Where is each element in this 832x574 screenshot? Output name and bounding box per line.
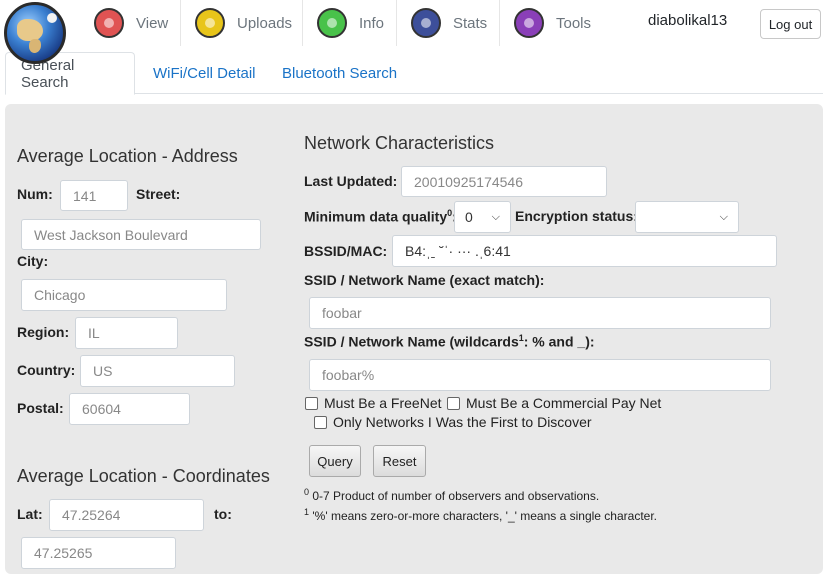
- nav-item-uploads[interactable]: Uploads: [181, 0, 303, 46]
- username: diabolikal13: [648, 12, 728, 29]
- network-heading: Network Characteristics: [304, 133, 495, 153]
- search-tabs: General Search WiFi/Cell Detail Bluetoot…: [5, 52, 823, 95]
- coordinates-heading: Average Location - Coordinates: [17, 466, 270, 486]
- num-input[interactable]: 141: [60, 180, 128, 211]
- globe-logo-icon[interactable]: [4, 2, 66, 64]
- lat-to-label: to:: [214, 506, 232, 522]
- top-navigation: View Uploads Info Stats Tools diabolikal…: [0, 0, 832, 64]
- postal-label: Postal:: [17, 400, 64, 416]
- paynet-checkbox[interactable]: Must Be a Commercial Pay Net: [447, 395, 661, 411]
- country-input[interactable]: US: [80, 355, 235, 387]
- ssid-wildcard-label: SSID / Network Name (wildcards1: % and _…: [304, 333, 595, 350]
- tools-icon: [514, 8, 544, 38]
- stats-icon: [411, 8, 441, 38]
- chevron-down-icon: ⌵: [719, 210, 728, 223]
- reset-button[interactable]: Reset: [373, 445, 426, 477]
- freenet-label: Must Be a FreeNet: [324, 395, 442, 411]
- freenet-checkbox[interactable]: Must Be a FreeNet: [305, 395, 442, 411]
- last-updated-label: Last Updated:: [304, 173, 398, 189]
- footnote-quality: 0 0-7 Product of number of observers and…: [304, 487, 600, 503]
- uploads-icon: [195, 8, 225, 38]
- logout-button[interactable]: Log out: [760, 9, 821, 39]
- nav-item-label: View: [136, 14, 169, 32]
- info-icon: [317, 8, 347, 38]
- min-quality-value: 0: [465, 209, 473, 225]
- encryption-select[interactable]: ⌵: [635, 201, 739, 233]
- tab-wifi-cell-detail[interactable]: WiFi/Cell Detail: [138, 52, 271, 94]
- nav-item-tools[interactable]: Tools: [500, 0, 605, 46]
- min-quality-select[interactable]: 0 ⌵: [454, 201, 511, 233]
- paynet-label: Must Be a Commercial Pay Net: [466, 395, 662, 411]
- nav-item-view[interactable]: View: [80, 0, 181, 46]
- nav-item-label: Uploads: [237, 14, 293, 32]
- min-quality-label: Minimum data quality0:: [304, 208, 457, 225]
- tab-bluetooth-search[interactable]: Bluetooth Search: [267, 52, 412, 94]
- search-form-panel: Average Location - Address Num: 141 Stre…: [5, 104, 823, 574]
- lat-label: Lat:: [17, 506, 43, 522]
- ssid-exact-label: SSID / Network Name (exact match):: [304, 272, 545, 288]
- first-discover-label: Only Networks I Was the First to Discove…: [333, 414, 592, 430]
- nav-item-label: Tools: [556, 14, 592, 32]
- query-button[interactable]: Query: [309, 445, 361, 477]
- country-label: Country:: [17, 362, 76, 378]
- checkbox-icon: [305, 396, 318, 410]
- footnote-wildcards: 1 '%' means zero-or-more characters, '_'…: [304, 507, 657, 523]
- city-input[interactable]: Chicago: [21, 279, 227, 311]
- nav-item-label: Info: [359, 14, 385, 32]
- region-input[interactable]: IL: [75, 317, 178, 349]
- lat-from-input[interactable]: 47.25264: [49, 499, 204, 531]
- chevron-down-icon: ⌵: [491, 210, 500, 223]
- ssid-wildcard-input[interactable]: foobar%: [309, 359, 771, 391]
- checkbox-icon: [447, 396, 460, 410]
- checkbox-icon: [314, 415, 327, 429]
- bssid-label: BSSID/MAC:: [304, 243, 388, 259]
- first-discover-checkbox[interactable]: Only Networks I Was the First to Discove…: [314, 414, 592, 430]
- lat-to-input[interactable]: 47.25265: [21, 537, 176, 569]
- region-label: Region:: [17, 324, 70, 340]
- city-label: City:: [17, 253, 49, 269]
- view-icon: [94, 8, 124, 38]
- nav-item-info[interactable]: Info: [303, 0, 397, 46]
- bssid-input[interactable]: B4:ˌˍ ˘ˈ· ··· .ˌ6:41: [392, 235, 777, 267]
- postal-input[interactable]: 60604: [69, 393, 190, 425]
- encryption-label: Encryption status:: [515, 208, 638, 224]
- street-label: Street:: [136, 186, 181, 202]
- last-updated-input[interactable]: 20010925174546: [401, 166, 607, 197]
- street-input[interactable]: West Jackson Boulevard: [21, 219, 261, 250]
- address-heading: Average Location - Address: [17, 146, 238, 166]
- nav-item-label: Stats: [453, 14, 488, 32]
- num-label: Num:: [17, 186, 53, 202]
- nav-item-stats[interactable]: Stats: [397, 0, 500, 46]
- ssid-exact-input[interactable]: foobar: [309, 297, 771, 329]
